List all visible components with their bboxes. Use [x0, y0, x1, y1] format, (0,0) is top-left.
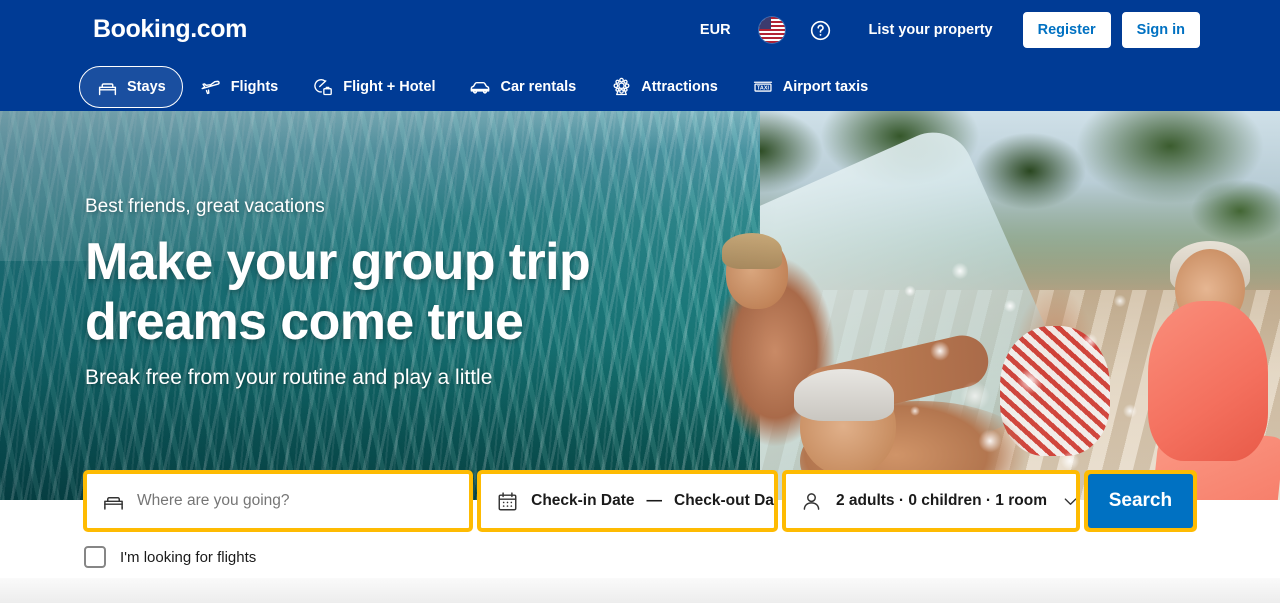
- nav-tab-stays[interactable]: Stays: [79, 66, 183, 108]
- flights-checkbox-label[interactable]: I'm looking for flights: [120, 549, 256, 566]
- nav-tab-flight-hotel-label: Flight + Hotel: [343, 79, 436, 95]
- hero-subtitle: Break free from your routine and play a …: [85, 366, 493, 390]
- calendar-icon: [495, 489, 519, 513]
- header-top-row: Booking.com EUR List your property Regis…: [0, 0, 1280, 60]
- us-flag-icon[interactable]: [758, 17, 785, 43]
- ferris-wheel-icon: [610, 76, 632, 98]
- occupancy-value: 2 adults · 0 children · 1 room: [835, 492, 1047, 509]
- nav-tab-car-rentals-label: Car rentals: [500, 79, 577, 95]
- flag-canton: [758, 17, 771, 29]
- taxi-sign-icon: TAXI: [752, 76, 774, 98]
- nav-tab-airport-taxis[interactable]: TAXI Airport taxis: [735, 66, 885, 108]
- search-bar: Check-in Date — Check-out Date 2 adults …: [83, 470, 1197, 532]
- primary-nav: Stays Flights Flight + Hotel Car rentals…: [79, 66, 885, 108]
- nav-tab-airport-taxis-label: Airport taxis: [782, 79, 869, 95]
- occupancy-field[interactable]: 2 adults · 0 children · 1 room: [781, 470, 1080, 532]
- date-range-separator: —: [646, 492, 663, 509]
- checkin-date-label: Check-in Date: [531, 492, 635, 509]
- flights-checkbox[interactable]: [84, 546, 106, 568]
- nav-tab-attractions-label: Attractions: [641, 79, 718, 95]
- booking-logo[interactable]: Booking.com: [93, 15, 247, 44]
- checkout-date-label: Check-out Date: [674, 492, 778, 509]
- flights-option-row: I'm looking for flights: [84, 546, 256, 568]
- sign-in-button[interactable]: Sign in: [1121, 12, 1200, 48]
- help-circle-icon[interactable]: [809, 18, 833, 42]
- nav-tab-flight-hotel[interactable]: Flight + Hotel: [295, 66, 452, 108]
- hero-title-line-2: dreams come true: [85, 293, 524, 351]
- hero-title-line-1: Make your group trip: [85, 232, 591, 291]
- occupancy-inner: 2 adults · 0 children · 1 room: [800, 489, 1047, 513]
- svg-text:TAXI: TAXI: [757, 85, 769, 91]
- hero-eyebrow: Best friends, great vacations: [85, 196, 325, 217]
- register-button[interactable]: Register: [1022, 12, 1111, 48]
- page-bottom-strip: [0, 578, 1280, 603]
- car-icon: [469, 76, 491, 98]
- airplane-icon: [200, 76, 222, 98]
- bed-icon: [96, 76, 118, 98]
- nav-tab-attractions[interactable]: Attractions: [593, 66, 735, 108]
- hero-text-block: Best friends, great vacations Make your …: [85, 195, 591, 390]
- bed-icon: [101, 489, 125, 513]
- nav-tab-flights[interactable]: Flights: [183, 66, 296, 108]
- person-icon: [800, 489, 824, 513]
- nav-tab-stays-label: Stays: [127, 79, 166, 95]
- list-your-property-link[interactable]: List your property: [859, 14, 1003, 46]
- hero-title: Make your group trip dreams come true: [85, 232, 591, 353]
- destination-field[interactable]: [83, 470, 474, 532]
- site-header: Booking.com EUR List your property Regis…: [0, 0, 1280, 111]
- search-button[interactable]: Search: [1087, 474, 1193, 528]
- flight-hotel-icon: [312, 76, 334, 98]
- currency-selector[interactable]: EUR: [688, 16, 743, 44]
- dates-field[interactable]: Check-in Date — Check-out Date: [477, 470, 778, 532]
- header-right-controls: EUR List your property Register Sign in: [688, 0, 1200, 60]
- chevron-down-icon[interactable]: [1059, 489, 1076, 513]
- search-input[interactable]: [137, 492, 437, 510]
- nav-tab-flights-label: Flights: [230, 79, 279, 95]
- nav-tab-car-rentals[interactable]: Car rentals: [452, 66, 593, 108]
- search-button-wrapper: Search: [1083, 470, 1197, 532]
- booking-homepage: Booking.com EUR List your property Regis…: [0, 0, 1280, 603]
